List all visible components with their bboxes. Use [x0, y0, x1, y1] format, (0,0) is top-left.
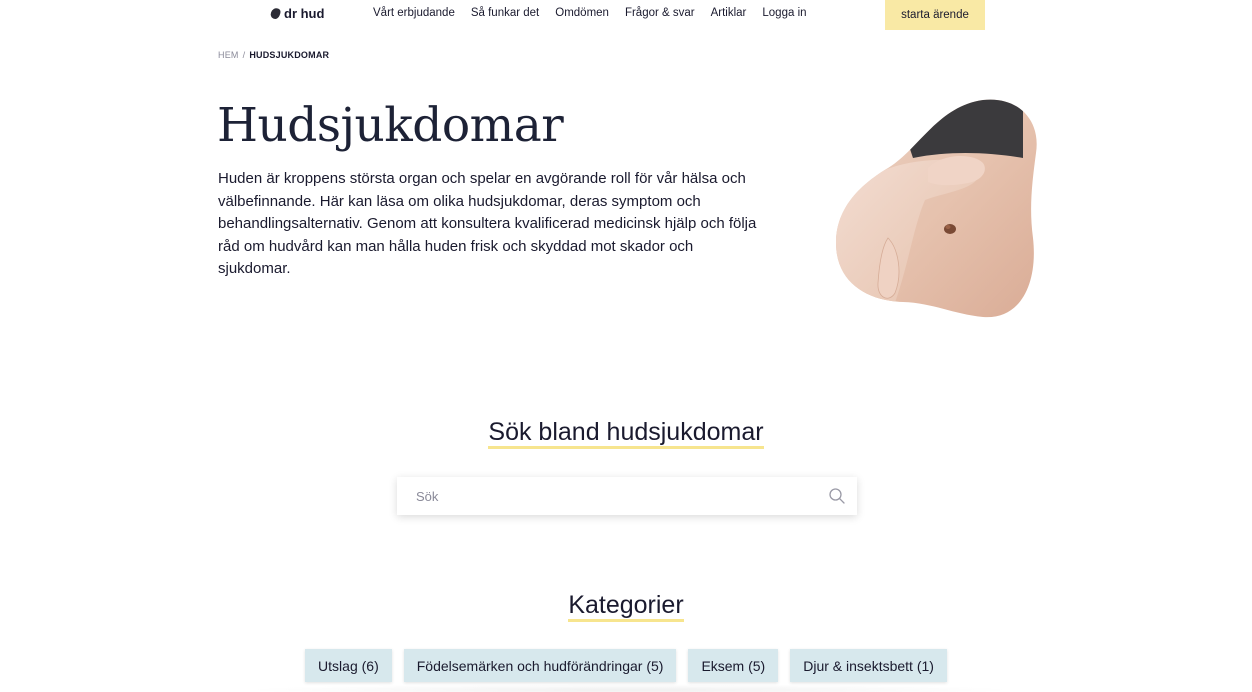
- nav-link-sa-funkar-det[interactable]: Så funkar det: [471, 7, 539, 19]
- search-box: [397, 477, 857, 515]
- nav-link-logga-in[interactable]: Logga in: [762, 7, 806, 19]
- breadcrumb: HEM / HUDSJUKDOMAR: [218, 50, 329, 60]
- hero-image: [833, 98, 1043, 320]
- hand-with-mole-illustration: [836, 99, 1037, 318]
- logo-text: dr hud: [284, 6, 325, 21]
- nav-link-fragor-svar[interactable]: Frågor & svar: [625, 7, 695, 19]
- intro-text: Huden är kroppens största organ och spel…: [218, 170, 757, 277]
- logo-mark-icon: [269, 6, 282, 21]
- nav-link-omdomen[interactable]: Omdömen: [555, 7, 609, 19]
- breadcrumb-separator: /: [242, 50, 246, 60]
- logo[interactable]: dr hud: [269, 6, 325, 21]
- breadcrumb-current: HUDSJUKDOMAR: [249, 50, 330, 60]
- bottom-fade: [240, 684, 1020, 692]
- search-input[interactable]: [397, 478, 807, 514]
- category-list: Utslag (6) Födelsemärken och hudförändri…: [0, 649, 1252, 682]
- category-fodelsemarken[interactable]: Födelsemärken och hudförändringar (5): [403, 649, 677, 682]
- nav-links: Vårt erbjudande Så funkar det Omdömen Fr…: [373, 7, 807, 19]
- category-utslag[interactable]: Utslag (6): [305, 649, 392, 682]
- category-eksem[interactable]: Eksem (5): [688, 649, 779, 682]
- categories-heading: Kategorier: [0, 591, 1252, 622]
- top-navigation: dr hud Vårt erbjudande Så funkar det Omd…: [0, 0, 1252, 30]
- nav-link-erbjudande[interactable]: Vårt erbjudande: [373, 7, 455, 19]
- nav-link-artiklar[interactable]: Artiklar: [711, 7, 747, 19]
- search-heading: Sök bland hudsjukdomar: [0, 418, 1252, 449]
- categories-heading-text: Kategorier: [568, 591, 685, 622]
- breadcrumb-home-link[interactable]: HEM: [218, 50, 239, 60]
- category-djur-insektsbett[interactable]: Djur & insektsbett (1): [790, 649, 947, 682]
- search-heading-text: Sök bland hudsjukdomar: [488, 418, 764, 449]
- search-icon[interactable]: [828, 487, 846, 505]
- page-title: Hudsjukdomar: [217, 98, 564, 153]
- start-case-button[interactable]: starta ärende: [885, 0, 985, 30]
